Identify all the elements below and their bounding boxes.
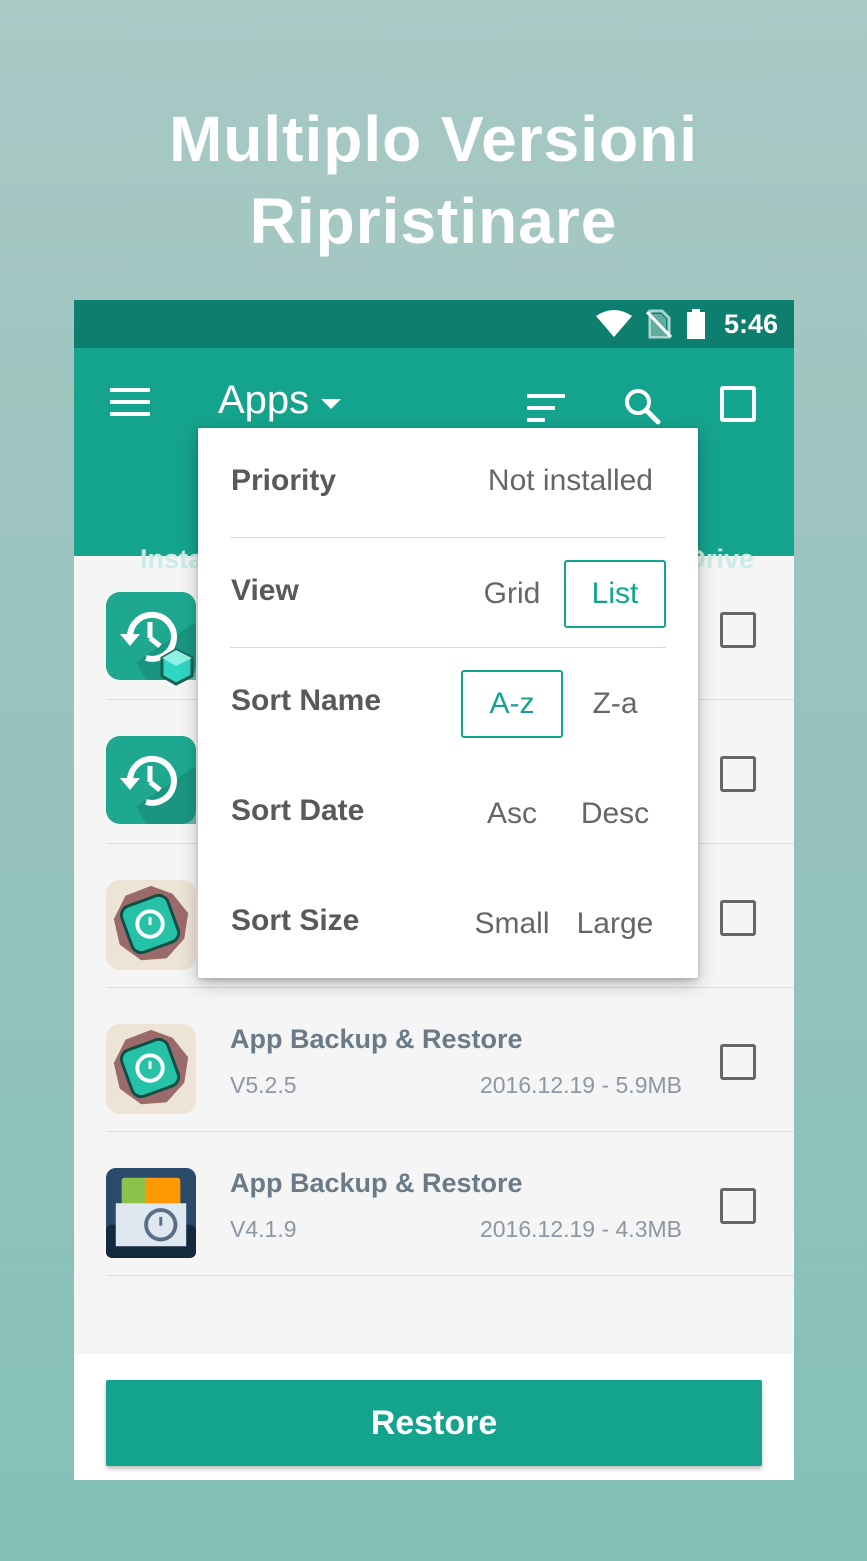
sort-date-label: Sort Date <box>231 794 365 827</box>
select-all-checkbox[interactable] <box>720 386 756 422</box>
sort-size-option-small[interactable]: Small <box>461 890 563 958</box>
menu-icon[interactable] <box>110 388 150 420</box>
app-bar-title: Apps <box>218 378 310 422</box>
status-bar: 5:46 <box>74 300 794 348</box>
priority-label: Priority <box>231 464 337 497</box>
app-backup-folder-icon <box>106 1168 196 1258</box>
wifi-icon <box>595 310 632 337</box>
search-icon[interactable] <box>622 386 662 426</box>
view-row: View Grid List <box>198 538 698 648</box>
app-meta: 2016.12.19 - 5.9MB <box>479 1072 682 1098</box>
priority-row[interactable]: Priority Not installed <box>198 428 698 538</box>
sort-size-row: Sort Size Small Large <box>198 868 698 978</box>
promo-title-line2: Ripristinare <box>249 185 618 257</box>
sort-date-row: Sort Date Asc Desc <box>198 758 698 868</box>
app-meta: 2016.12.19 - 4.3MB <box>479 1216 682 1242</box>
row-checkbox[interactable] <box>720 1188 756 1224</box>
list-item[interactable]: App Backup & Restore V4.1.9 2016.12.19 -… <box>74 1132 794 1276</box>
sort-date-option-desc[interactable]: Desc <box>564 780 666 848</box>
row-checkbox[interactable] <box>720 1044 756 1080</box>
app-version: V4.1.9 <box>230 1216 297 1242</box>
app-backup-restore-badge-icon <box>106 1024 196 1114</box>
view-option-grid[interactable]: Grid <box>461 560 563 628</box>
sort-name-option-za[interactable]: Z-a <box>564 670 666 738</box>
app-name: App Backup & Restore <box>230 1168 523 1198</box>
app-name: App Backup & Restore <box>230 1024 523 1054</box>
status-time: 5:46 <box>723 308 778 339</box>
row-divider <box>106 1275 794 1276</box>
promo-title-line1: Multiplo Versioni <box>168 103 699 175</box>
sort-view-popup: Priority Not installed View Grid List So… <box>198 428 698 978</box>
sort-name-option-az[interactable]: A-z <box>461 670 563 738</box>
view-label: View <box>231 574 299 607</box>
app-version: V5.2.5 <box>230 1072 297 1098</box>
sort-name-label: Sort Name <box>231 684 382 717</box>
restore-button[interactable]: Restore <box>106 1380 762 1466</box>
no-sim-icon <box>645 309 672 339</box>
sort-date-option-asc[interactable]: Asc <box>461 780 563 848</box>
view-option-list[interactable]: List <box>564 560 666 628</box>
phone-screen: 5:46 Apps Insta Drive App Backup & Resto… <box>74 300 794 1480</box>
dropdown-caret-icon <box>321 398 342 409</box>
list-item[interactable]: App Backup & Restore V5.2.5 2016.12.19 -… <box>74 988 794 1132</box>
sort-name-row: Sort Name A-z Z-a <box>198 648 698 758</box>
row-checkbox[interactable] <box>720 612 756 648</box>
sort-size-label: Sort Size <box>231 904 360 937</box>
promo-title: Multiplo Versioni Ripristinare <box>0 98 867 262</box>
priority-value[interactable]: Not installed <box>488 464 653 498</box>
app-backup-restore-icon <box>106 736 196 824</box>
app-backup-restore-badge-icon <box>106 880 196 970</box>
battery-icon <box>686 309 705 339</box>
sort-size-option-large[interactable]: Large <box>564 890 666 958</box>
row-checkbox[interactable] <box>720 900 756 936</box>
app-type-dropdown[interactable]: Apps <box>218 378 342 423</box>
app-backup-restore-icon <box>106 592 196 686</box>
row-checkbox[interactable] <box>720 756 756 792</box>
bottom-panel: Restore <box>74 1354 794 1480</box>
sort-icon[interactable] <box>527 394 565 422</box>
